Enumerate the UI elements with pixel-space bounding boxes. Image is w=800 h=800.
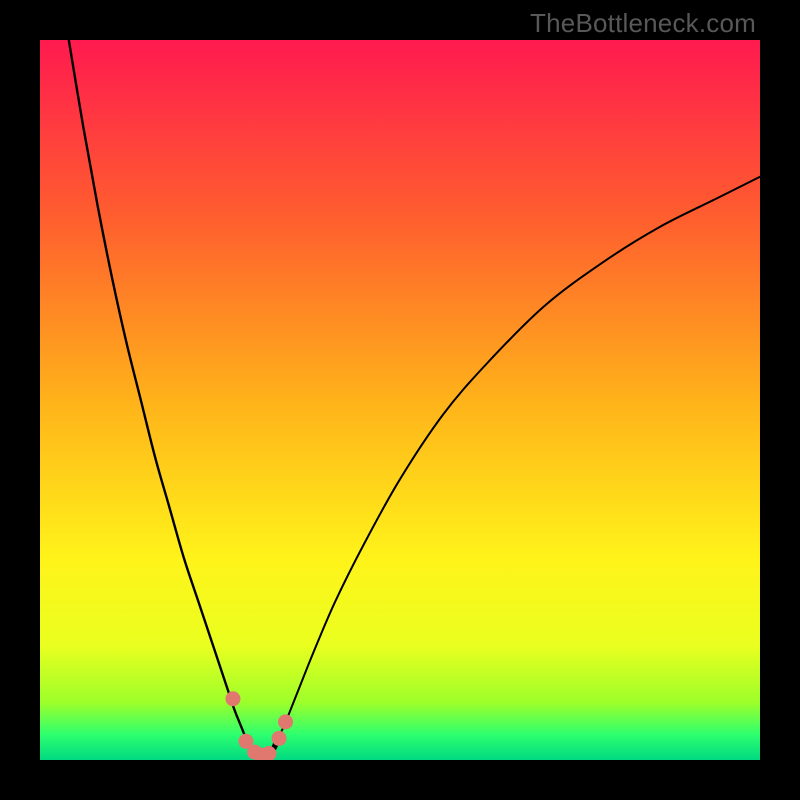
watermark-text: TheBottleneck.com xyxy=(530,8,756,39)
valley-marker xyxy=(278,714,293,729)
heat-background xyxy=(40,40,760,760)
valley-marker xyxy=(272,731,287,746)
bottleneck-chart xyxy=(40,40,760,760)
chart-frame: TheBottleneck.com xyxy=(0,0,800,800)
valley-marker xyxy=(225,691,240,706)
